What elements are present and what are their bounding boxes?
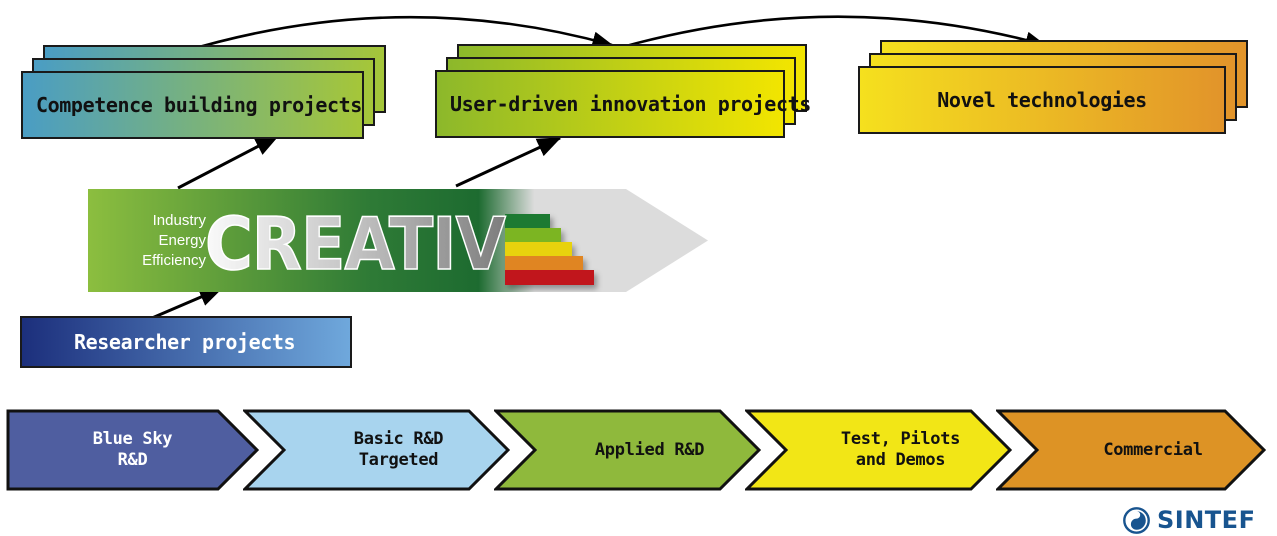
creativ-subtitle: Industry Energy Efficiency	[104, 211, 206, 271]
creativ-wordmark: CREATIV	[205, 202, 506, 286]
diagram-canvas: Competence building projects User-driven…	[0, 0, 1277, 536]
stack-novel-technologies[interactable]: Novel technologies	[858, 40, 1248, 135]
stack-card-front[interactable]: Novel technologies	[858, 66, 1226, 134]
pipeline-step-test-pilots-and-demos[interactable]: Test, Pilots and Demos	[743, 409, 1013, 491]
sintef-mark-icon	[1123, 506, 1150, 534]
researcher-projects-label: Researcher projects	[74, 330, 296, 354]
stack-competence-building-projects[interactable]: Competence building projects	[21, 45, 386, 140]
arrow-researcher-to-creativ	[151, 286, 224, 320]
pipeline-step-commercial[interactable]: Commercial	[994, 409, 1267, 491]
creativ-subtitle-line-efficiency: Efficiency	[142, 252, 206, 269]
arrow-creativ-to-competence	[177, 134, 280, 190]
stack-card-front[interactable]: User-driven innovation projects	[435, 70, 811, 138]
sintef-logo: SINTEF	[1123, 505, 1271, 535]
stack-label: Competence building projects	[36, 93, 362, 117]
pipeline-step-blue-sky-rd[interactable]: Blue Sky R&D	[6, 409, 260, 491]
stack-user-driven-innovation-projects[interactable]: User-driven innovation projects	[435, 44, 811, 139]
arrow-creativ-to-userdriven	[455, 136, 562, 188]
stack-card-front[interactable]: Competence building projects	[21, 71, 364, 139]
pipeline-step-basic-rd-targeted[interactable]: Basic R&D Targeted	[241, 409, 511, 491]
pipeline-step-applied-rd[interactable]: Applied R&D	[492, 409, 762, 491]
creativ-subtitle-line-energy: Energy	[158, 232, 206, 249]
sintef-wordmark: SINTEF	[1157, 506, 1256, 534]
stack-label: User-driven innovation projects	[450, 92, 811, 116]
creativ-subtitle-line-industry: Industry	[152, 212, 206, 229]
creativ-banner[interactable]: CREATIV Industry Energy Efficiency	[88, 189, 708, 292]
stack-label: Novel technologies	[937, 88, 1147, 112]
researcher-projects-box[interactable]: Researcher projects	[20, 316, 352, 368]
